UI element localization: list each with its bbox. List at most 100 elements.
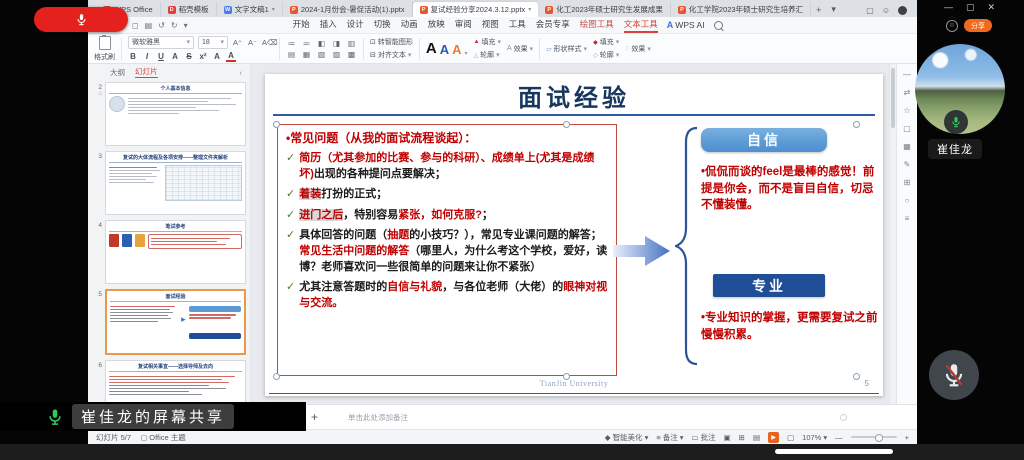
format-painter-button[interactable]: 格式刷 [94, 52, 115, 62]
major-badge[interactable]: 专业 [713, 274, 825, 297]
new-tab-button[interactable]: + [811, 2, 826, 17]
menu-设计[interactable]: 设计 [347, 18, 364, 33]
more-icon[interactable]: ▾ [184, 21, 188, 30]
brace-shape[interactable] [675, 126, 699, 366]
tab-list-chevron[interactable]: ▾ [826, 2, 841, 17]
line-spacing-button[interactable]: ▥ [346, 39, 357, 48]
menu-文本工具[interactable]: 文本工具 [624, 18, 658, 33]
indent-increase-button[interactable]: ◨ [331, 39, 342, 48]
menu-会员专享[interactable]: 会员专享 [536, 18, 570, 33]
zoom-slider-knob[interactable] [875, 434, 883, 442]
search-icon[interactable] [714, 21, 723, 30]
meeting-maximize[interactable]: ▢ [966, 2, 975, 13]
slide-thumbnail[interactable]: 面试经验▸ [105, 289, 246, 355]
meeting-minimize[interactable]: — [944, 2, 953, 13]
print-icon[interactable]: ▤ [145, 21, 153, 30]
document-tab[interactable]: W文字文稿1▾ [217, 2, 283, 17]
selection-handle[interactable] [273, 121, 280, 128]
superscript-button[interactable]: x² [198, 52, 208, 61]
text-preset-black[interactable]: A [426, 40, 437, 57]
convert-smartart-button[interactable]: ⊡转智能图形 [370, 37, 413, 47]
numbering-button[interactable]: ≕ [301, 39, 312, 48]
menu-动画[interactable]: 动画 [401, 18, 418, 33]
object-properties-icon[interactable]: ▢ [903, 124, 911, 133]
tab-slides[interactable]: 幻灯片 [135, 66, 158, 78]
tab-outline[interactable]: 大纲 [110, 67, 125, 78]
align-right-button[interactable]: ▧ [316, 50, 327, 59]
menu-插入[interactable]: 插入 [320, 18, 337, 33]
menu-工具[interactable]: 工具 [509, 18, 526, 33]
shape-style-button[interactable]: ▱形状样式▾ [546, 44, 587, 54]
zoom-level[interactable]: 107%▾ [802, 433, 827, 442]
fit-slide-button[interactable]: ▢ [787, 433, 794, 442]
slide-thumbnail[interactable]: 复试相关事宜——选择导师及去向 [105, 360, 246, 404]
text-preset-orange[interactable]: A [452, 42, 461, 57]
smart-beautify-button[interactable]: ◆智能美化▾ [605, 432, 649, 443]
theme-indicator[interactable]: ◻Office 主题 [141, 432, 186, 443]
view-normal-button[interactable]: ▣ [724, 433, 731, 442]
selection-handle[interactable] [563, 121, 570, 128]
increase-font-button[interactable]: A⁺ [232, 38, 243, 47]
notes-split-handle[interactable] [840, 414, 847, 421]
redo-icon[interactable]: ↻ [171, 21, 178, 30]
taskbar-active-item[interactable] [775, 449, 893, 454]
shape-outline-button[interactable]: ◇轮廓▾ [593, 50, 619, 60]
collapse-panel-button[interactable]: ‹ [240, 68, 243, 77]
underline-button[interactable]: U [156, 52, 166, 61]
notes-placeholder[interactable]: 单击此处添加备注 [348, 412, 408, 423]
document-tab[interactable]: P化工学院2023年硕士研究生培养汇 [671, 2, 811, 17]
zoom-in-button[interactable]: + [905, 433, 909, 442]
menu-切换[interactable]: 切换 [374, 18, 391, 33]
favorites-icon[interactable]: ☆ [903, 106, 910, 115]
annotate-icon[interactable]: ✎ [904, 160, 911, 169]
meeting-avatar-icon[interactable]: ☺ [946, 20, 958, 32]
zoom-slider[interactable] [851, 436, 897, 438]
layout-grid-icon[interactable]: ⊞ [904, 178, 911, 187]
selection-handle[interactable] [853, 121, 860, 128]
menu-开始[interactable]: 开始 [293, 18, 310, 33]
clear-format-button[interactable]: A⌫ [262, 38, 273, 47]
design-gallery-icon[interactable]: ▦ [903, 142, 911, 151]
align-text-button[interactable]: ⊟对齐文本▾ [370, 50, 413, 60]
decrease-font-button[interactable]: A⁻ [247, 38, 258, 47]
comments-button[interactable]: ▭批注 [691, 432, 715, 443]
interface-layout-icon[interactable]: ▢ [866, 6, 874, 15]
undo-icon[interactable]: ↺ [158, 21, 165, 30]
text-outline-button[interactable]: △轮廓▾ [474, 50, 501, 60]
text-effects-button[interactable]: A效果▾ [507, 44, 533, 54]
share-button[interactable]: 分享 [964, 19, 992, 32]
slide-thumbnail[interactable]: 复试的大体流程及各项安排——整理文件夹解析 [105, 151, 246, 215]
justify-button[interactable]: ▨ [331, 50, 342, 59]
bullets-button[interactable]: ≔ [286, 39, 297, 48]
zoom-out-button[interactable]: — [835, 433, 843, 442]
collapse-panel-icon[interactable]: — [903, 70, 911, 79]
document-tab[interactable]: P复试经验分享2024.3.12.pptx▾ [413, 2, 539, 17]
account-avatar[interactable] [898, 6, 907, 15]
menu-审阅[interactable]: 审阅 [455, 18, 472, 33]
shape-fill-button[interactable]: ◆填充▾ [593, 37, 619, 47]
indent-decrease-button[interactable]: ◧ [316, 39, 327, 48]
strikethrough-button[interactable]: S [184, 52, 194, 61]
slide-thumbnail[interactable]: 个人基本信息 [105, 82, 246, 146]
align-left-button[interactable]: ▤ [286, 50, 297, 59]
menu-视图[interactable]: 视图 [482, 18, 499, 33]
shape-effects-button[interactable]: ◌效果▾ [625, 44, 651, 54]
highlight-color-button[interactable]: A [212, 52, 222, 61]
align-center-button[interactable]: ▦ [301, 50, 312, 59]
view-sorter-button[interactable]: ⊞ [739, 433, 745, 442]
document-tab[interactable]: P化工2023年硕士研究生发展成果 [538, 2, 671, 17]
char-spacing-button[interactable]: A [170, 52, 180, 61]
confidence-badge[interactable]: 自信 [701, 128, 827, 152]
slide-thumbnail[interactable]: 笔试参考 [105, 220, 246, 284]
switch-panel-icon[interactable]: ⇄ [904, 88, 911, 97]
paste-button[interactable]: 格式刷 [94, 36, 115, 62]
wps-ai-menu[interactable]: AWPS AI [667, 20, 705, 30]
save-icon[interactable]: ◻ [132, 21, 139, 30]
distribute-button[interactable]: ▩ [346, 50, 357, 59]
skin-center-icon[interactable]: ☺ [882, 6, 890, 15]
help-icon[interactable]: ○ [905, 196, 910, 205]
slide-text-box[interactable]: •常见问题（从我的面试流程谈起）： ✓简历（尤其参加的比赛、参与的科研）、成绩单… [277, 124, 617, 376]
slide-5[interactable]: 面试经验 •常见问题（从我的面试流程谈起）： ✓简历（尤其参加的比赛、参与的科研… [265, 74, 883, 396]
speaking-indicator-pill[interactable] [34, 7, 128, 32]
document-tab[interactable]: P2024-1月份会-暑促活动(1).pptx [283, 2, 413, 17]
